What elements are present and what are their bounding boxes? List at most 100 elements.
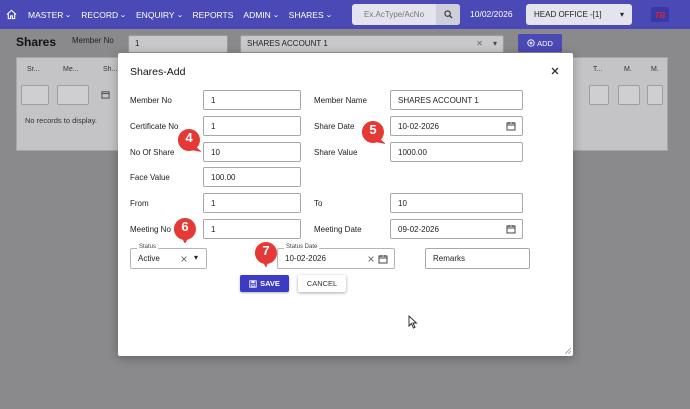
plus-circle-icon bbox=[527, 39, 535, 47]
share-date-label: Share Date bbox=[314, 122, 355, 131]
save-button[interactable]: SAVE bbox=[240, 275, 289, 292]
member-name-label: Member Name bbox=[314, 96, 367, 105]
resize-handle-icon[interactable] bbox=[565, 348, 571, 354]
member-no-label: Member No bbox=[72, 36, 114, 45]
dialog-title: Shares-Add bbox=[130, 66, 186, 78]
close-icon[interactable] bbox=[549, 65, 561, 77]
calendar-icon[interactable] bbox=[506, 121, 516, 131]
menu-admin[interactable]: ADMIN ⌄ bbox=[243, 9, 280, 20]
menu-shares[interactable]: SHARES ⌄ bbox=[289, 10, 333, 20]
no-of-share-field[interactable]: 10 bbox=[203, 142, 301, 162]
column-header[interactable]: Me... bbox=[63, 66, 79, 73]
account-search[interactable]: Ex.AcType/AcNo bbox=[352, 4, 460, 25]
menu-label: REPORTS bbox=[192, 9, 234, 20]
from-field[interactable]: 1 bbox=[203, 193, 301, 213]
meeting-no-field[interactable]: 1 bbox=[203, 219, 301, 239]
calendar-icon[interactable] bbox=[101, 90, 110, 99]
menu-reports[interactable]: REPORTS bbox=[192, 10, 233, 20]
menu-label: RECORD bbox=[81, 9, 119, 20]
clear-icon[interactable]: ✕ bbox=[476, 39, 483, 48]
add-button[interactable]: ADD bbox=[518, 34, 562, 52]
menu-label: ADMIN bbox=[243, 9, 271, 20]
save-icon bbox=[249, 279, 257, 288]
marker-number: 5 bbox=[369, 122, 377, 137]
search-input[interactable]: Ex.AcType/AcNo bbox=[352, 10, 436, 19]
status-value: Active bbox=[138, 254, 160, 263]
status-date-legend: Status Date bbox=[284, 244, 320, 250]
filter-input[interactable] bbox=[589, 85, 609, 105]
mouse-cursor-icon bbox=[408, 315, 418, 329]
no-of-share-label: No Of Share bbox=[130, 148, 175, 157]
from-label: From bbox=[130, 199, 149, 208]
member-no-label: Member No bbox=[130, 96, 172, 105]
face-value-field[interactable]: 100.00 bbox=[203, 167, 301, 187]
chevron-down-icon: ⌄ bbox=[119, 11, 127, 19]
column-header[interactable]: T... bbox=[593, 66, 602, 73]
column-header[interactable]: M. bbox=[624, 66, 632, 73]
share-value-label: Share Value bbox=[314, 148, 358, 157]
clear-icon[interactable] bbox=[180, 255, 188, 263]
marker-number: 6 bbox=[181, 219, 189, 234]
chevron-down-icon: ⌄ bbox=[271, 11, 280, 19]
callout-marker-6: 6 bbox=[173, 217, 197, 244]
share-date-value: 10-02-2026 bbox=[398, 122, 439, 131]
status-date-value: 10-02-2026 bbox=[285, 254, 326, 263]
meeting-date-field[interactable]: 09-02-2026 bbox=[390, 219, 523, 239]
status-date-field[interactable]: Status Date 10-02-2026 bbox=[277, 244, 395, 269]
member-no-input[interactable]: 1 bbox=[128, 35, 228, 53]
menu-enquiry[interactable]: ENQUIRY ⌄ bbox=[136, 9, 184, 20]
share-value-field[interactable]: 1000.00 bbox=[390, 142, 523, 162]
save-label: SAVE bbox=[260, 279, 280, 288]
top-navbar: MASTER ⌄ RECORD ⌄ ENQUIRY ⌄ REPORTS ADMIN ⌄ … bbox=[0, 0, 690, 29]
account-select-value: SHARES ACCOUNT 1 bbox=[247, 39, 328, 48]
shares-add-dialog: Shares-Add Member No 1 Member Name SHARE… bbox=[118, 53, 573, 356]
branch-select[interactable]: HEAD OFFICE -[1] ▾ bbox=[526, 4, 632, 25]
remarks-field[interactable]: Remarks bbox=[425, 248, 530, 269]
branch-value: HEAD OFFICE -[1] bbox=[534, 10, 602, 19]
working-date: 10/02/2026 bbox=[470, 9, 513, 19]
menu-record[interactable]: RECORD ⌄ bbox=[81, 9, 127, 20]
filter-input[interactable] bbox=[57, 85, 89, 105]
calendar-icon[interactable] bbox=[506, 224, 516, 234]
clear-icon[interactable] bbox=[367, 255, 375, 263]
account-select[interactable]: SHARES ACCOUNT 1 ✕ ▾ bbox=[240, 35, 504, 53]
column-header[interactable]: M. bbox=[651, 66, 659, 73]
chevron-down-icon: ⌄ bbox=[175, 11, 184, 19]
callout-marker-4: 4 bbox=[177, 128, 202, 152]
page-title: Shares bbox=[16, 35, 57, 49]
column-header[interactable]: Sh... bbox=[103, 66, 117, 73]
brand-logo: TB bbox=[650, 6, 670, 23]
add-label: ADD bbox=[537, 38, 553, 48]
callout-marker-5: 5 bbox=[361, 120, 386, 144]
certificate-no-field[interactable]: 1 bbox=[203, 116, 301, 136]
chevron-down-icon: ⌄ bbox=[64, 11, 73, 19]
share-date-field[interactable]: 10-02-2026 bbox=[390, 116, 523, 136]
status-legend: Status bbox=[137, 244, 159, 250]
filter-input[interactable] bbox=[21, 85, 49, 105]
menu-label: MASTER bbox=[28, 9, 64, 20]
filter-input[interactable] bbox=[618, 85, 640, 105]
status-select[interactable]: Status Active ▾ bbox=[130, 244, 207, 269]
member-name-field[interactable]: SHARES ACCOUNT 1 bbox=[390, 90, 523, 110]
menu-master[interactable]: MASTER ⌄ bbox=[28, 9, 73, 20]
member-no-field[interactable]: 1 bbox=[203, 90, 301, 110]
meeting-no-label: Meeting No bbox=[130, 225, 171, 234]
calendar-icon[interactable] bbox=[647, 85, 663, 105]
face-value-label: Face Value bbox=[130, 173, 170, 182]
home-icon[interactable] bbox=[0, 0, 22, 29]
search-icon[interactable] bbox=[436, 4, 460, 25]
to-label: To bbox=[314, 199, 323, 208]
certificate-no-label: Certificate No bbox=[130, 122, 179, 131]
no-records-message: No records to display. bbox=[25, 116, 97, 125]
cancel-button[interactable]: CANCEL bbox=[298, 275, 346, 292]
dropdown-arrow-icon[interactable]: ▾ bbox=[194, 253, 198, 262]
to-field[interactable]: 10 bbox=[390, 193, 523, 213]
callout-marker-7: 7 bbox=[254, 241, 278, 268]
calendar-icon[interactable] bbox=[378, 254, 388, 264]
dropdown-arrow-icon: ▾ bbox=[619, 10, 624, 19]
remarks-placeholder: Remarks bbox=[433, 254, 466, 263]
menu-label: ENQUIRY bbox=[136, 9, 175, 20]
column-header[interactable]: Sr... bbox=[27, 66, 39, 73]
chevron-down-icon: ⌄ bbox=[324, 11, 333, 19]
dropdown-arrow-icon[interactable]: ▾ bbox=[493, 39, 497, 48]
